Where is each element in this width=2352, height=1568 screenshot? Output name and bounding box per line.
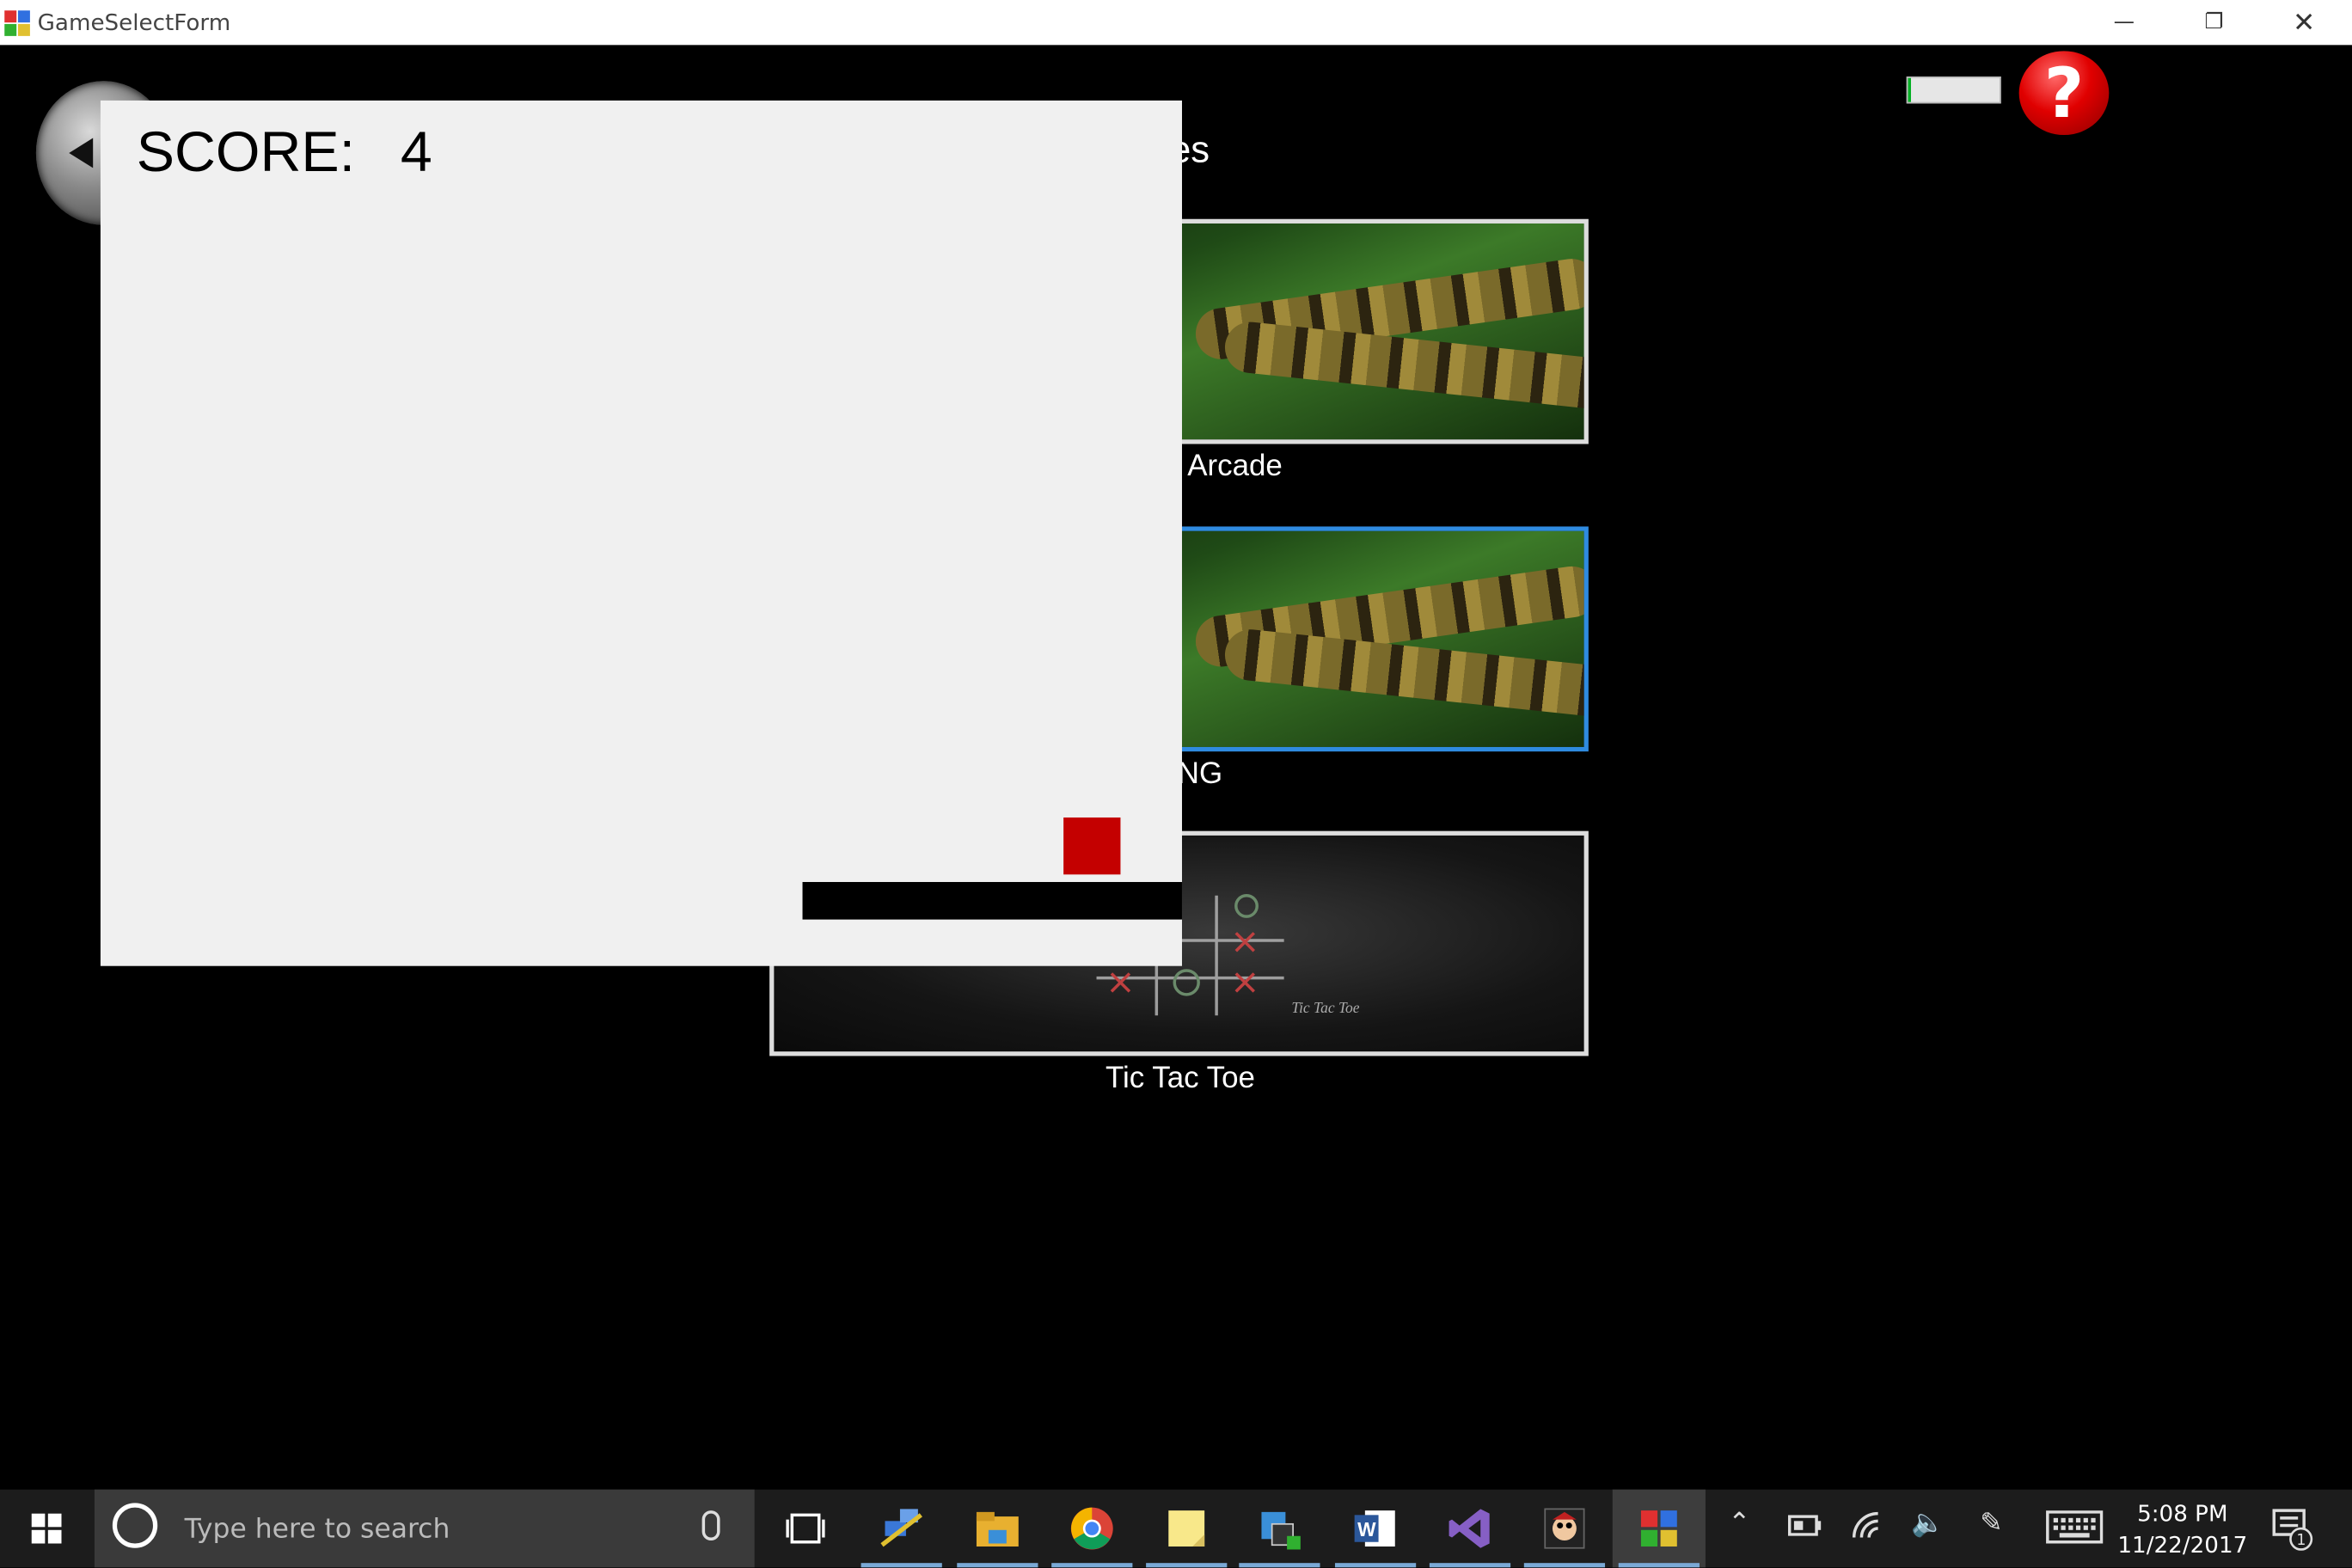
taskbar: Type here to search W ⌃ 🔈 ✎ 5:08 PM 11/2…	[0, 1489, 2352, 1568]
touch-keyboard-icon[interactable]	[2046, 1510, 2104, 1551]
search-input[interactable]: Type here to search	[185, 1514, 450, 1546]
clock-date: 11/22/2017	[2117, 1531, 2248, 1559]
game-caption-pong: NG	[1177, 757, 1223, 791]
tic-tac-toe-thumb-text: Tic Tac Toe	[1291, 999, 1359, 1016]
chrome-icon[interactable]	[1045, 1490, 1138, 1568]
word-icon[interactable]: W	[1329, 1490, 1422, 1568]
close-button[interactable]: ✕	[2259, 0, 2349, 45]
volume-icon[interactable]: 🔈	[1911, 1508, 1945, 1540]
game-select-form-icon[interactable]	[1612, 1489, 1706, 1568]
restore-button[interactable]: ❐	[2169, 0, 2259, 45]
microphone-icon[interactable]	[701, 1510, 720, 1541]
show-hidden-icons-icon[interactable]: ⌃	[1728, 1508, 1750, 1540]
minimize-button[interactable]: —	[2079, 0, 2169, 45]
file-explorer-icon[interactable]	[951, 1490, 1044, 1568]
restore-icon: ❐	[2204, 10, 2224, 35]
pen-workspace-icon[interactable]: ✎	[1980, 1508, 2002, 1540]
help-button[interactable]: ?	[2018, 51, 2110, 136]
paddle[interactable]	[802, 882, 1182, 920]
back-arrow-icon	[69, 138, 94, 168]
task-view-icon[interactable]	[759, 1490, 852, 1568]
search-box[interactable]: Type here to search	[94, 1489, 755, 1568]
sticky-notes-icon[interactable]	[1140, 1490, 1233, 1568]
game-panel: SCORE: 4	[100, 100, 1182, 966]
app-icon	[4, 10, 30, 36]
battery-icon[interactable]	[1787, 1512, 1822, 1544]
progress-bar	[1906, 76, 2001, 104]
minimize-icon: —	[2113, 10, 2135, 35]
action-center-icon[interactable]: 1	[2271, 1504, 2319, 1560]
security-app-icon[interactable]	[1233, 1490, 1326, 1568]
clock[interactable]: 5:08 PM 11/22/2017	[2115, 1498, 2250, 1561]
ball	[1063, 817, 1121, 875]
game-app-icon[interactable]	[1518, 1490, 1611, 1568]
svg-text:W: W	[1357, 1518, 1376, 1540]
cortana-icon	[112, 1503, 158, 1548]
wifi-icon[interactable]	[1851, 1510, 1883, 1548]
close-icon: ✕	[2292, 6, 2316, 39]
score-value: 4	[400, 121, 432, 185]
visual-studio-icon[interactable]	[1424, 1490, 1516, 1568]
network-app-icon[interactable]	[855, 1490, 948, 1568]
game-caption-tic-tac-toe: Tic Tac Toe	[1105, 1062, 1255, 1095]
window-title: GameSelectForm	[37, 9, 231, 36]
start-button[interactable]	[0, 1490, 93, 1568]
score-label: SCORE:	[136, 121, 356, 185]
notification-count: 1	[2296, 1532, 2306, 1549]
windows-icon	[31, 1513, 62, 1544]
progress-fill	[1908, 77, 1911, 102]
clock-time: 5:08 PM	[2137, 1499, 2228, 1528]
title-bar: GameSelectForm — ❐ ✕	[0, 0, 2352, 46]
question-mark-icon: ?	[2043, 52, 2085, 134]
